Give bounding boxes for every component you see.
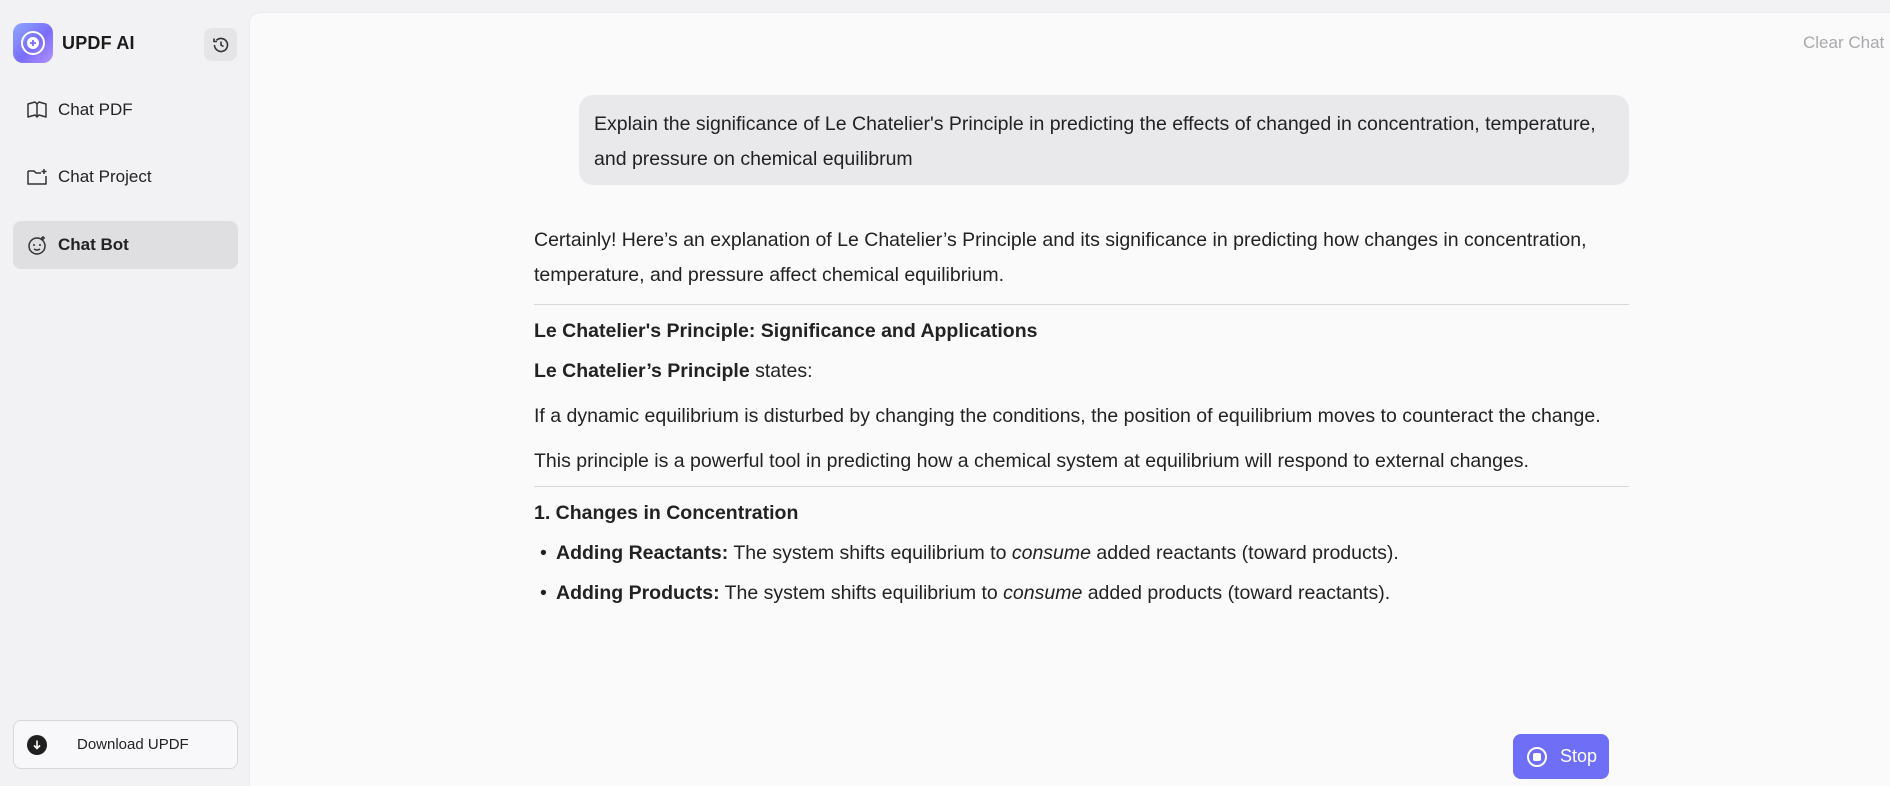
list-item: • Adding Reactants: The system shifts eq… (540, 542, 1399, 564)
sidebar-item-label: Chat Bot (58, 235, 129, 254)
bullet-italic: consume (1003, 582, 1083, 604)
divider (534, 304, 1629, 305)
principle-definition: If a dynamic equilibrium is disturbed by… (534, 405, 1601, 427)
book-chat-icon (25, 98, 49, 122)
divider (534, 486, 1629, 487)
stop-label: Stop (1560, 746, 1598, 766)
sidebar-item-chat-bot[interactable]: Chat Bot (13, 221, 238, 269)
brand[interactable]: UPDF AI (13, 23, 135, 63)
list-item: • Adding Products: The system shifts equ… (540, 582, 1391, 604)
brand-name: UPDF AI (62, 32, 135, 53)
principle-tool-text: This principle is a powerful tool in pre… (534, 450, 1529, 472)
bullet-bold: Adding Reactants: (556, 542, 729, 564)
principle-rest: states: (749, 360, 813, 382)
bullet-italic: consume (1011, 542, 1091, 564)
sidebar-item-chat-project[interactable]: Chat Project (13, 153, 238, 201)
clear-chat-button[interactable]: Clear Chat (1803, 33, 1884, 53)
download-updf-button[interactable]: Download UPDF (13, 720, 238, 769)
answer-intro: Certainly! Here’s an explanation of Le C… (534, 229, 1587, 286)
history-icon (212, 37, 228, 52)
user-message: Explain the significance of Le Chatelier… (579, 95, 1629, 185)
folder-chat-icon (25, 165, 49, 189)
sidebar-item-label: Chat PDF (58, 100, 133, 119)
principle-bold: Le Chatelier’s Principle (534, 360, 750, 382)
chat-panel: Clear Chat Explain the significance of L… (250, 13, 1890, 786)
stop-button[interactable]: Stop (1513, 734, 1609, 779)
sidebar: UPDF AI Chat PDF Chat Project Chat Bot D… (0, 0, 248, 786)
stop-icon (1527, 746, 1547, 767)
download-icon (27, 734, 47, 755)
section-heading: 1. Changes in Concentration (534, 502, 799, 524)
download-label: Download UPDF (77, 736, 189, 753)
updf-ai-logo-icon (13, 23, 53, 63)
bullet-bold: Adding Products: (556, 582, 720, 604)
sidebar-item-chat-pdf[interactable]: Chat PDF (13, 86, 238, 134)
assistant-answer: Certainly! Here’s an explanation of Le C… (534, 223, 1629, 606)
answer-heading: Le Chatelier's Principle: Significance a… (534, 320, 1038, 342)
history-button[interactable] (204, 28, 237, 61)
principle-statement: Le Chatelier’s Principle states: (534, 354, 1629, 389)
bot-icon (25, 233, 49, 257)
sidebar-item-label: Chat Project (58, 167, 152, 186)
